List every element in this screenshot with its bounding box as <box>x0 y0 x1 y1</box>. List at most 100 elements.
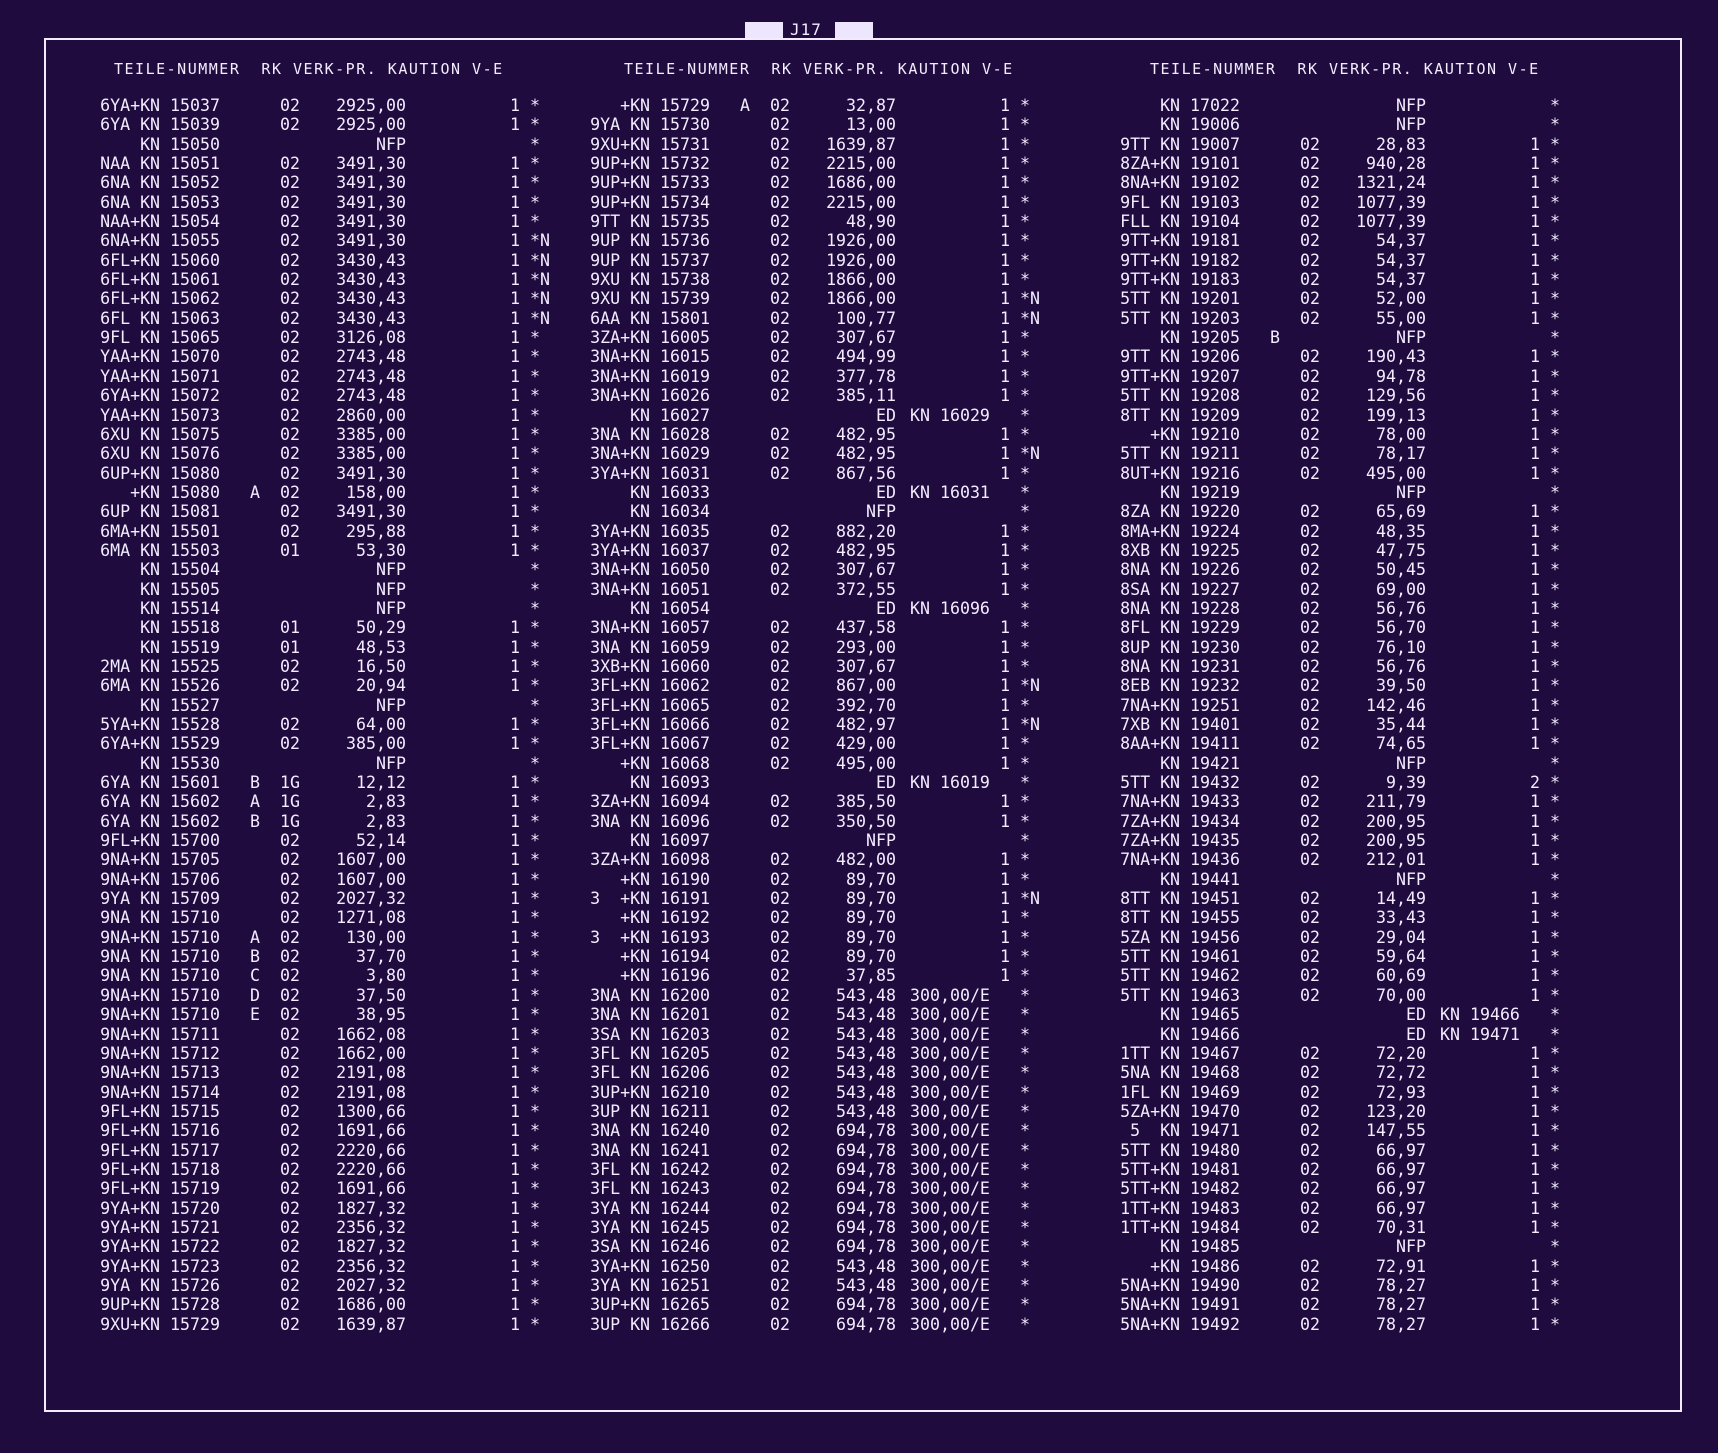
sale-price: 3385,00 <box>336 444 406 464</box>
deposit: 300,00/E <box>910 1275 990 1295</box>
marker: * <box>1020 1043 1030 1063</box>
part-number: 8SA KN 19227 <box>1120 579 1240 599</box>
sale-price: 494,99 <box>836 347 896 367</box>
table-row: 8UP KN 19230 02 76,10 1 * <box>1090 638 1610 657</box>
part-number: KN 19466 <box>1160 1024 1240 1044</box>
packing-unit: 1 <box>1530 831 1540 851</box>
packing-unit: 1 <box>1530 1121 1540 1141</box>
sale-price: 1607,00 <box>336 869 406 889</box>
table-row: FLL KN 19104 02 1077,39 1 * <box>1090 212 1610 231</box>
sale-price: 2,83 <box>366 811 406 831</box>
sale-price: 66,97 <box>1376 1140 1426 1160</box>
table-row: 3NA KN 16201 02 543,48 300,00/E * <box>560 1005 1080 1024</box>
marker: * <box>1020 831 1030 851</box>
sale-price: 47,75 <box>1376 540 1426 560</box>
marker: * <box>1550 502 1560 522</box>
sale-price: 52,14 <box>356 831 406 851</box>
table-row: 9NA KN 15710 C 02 3,80 1 * <box>70 966 590 985</box>
packing-unit: 1 <box>1000 444 1010 464</box>
marker: * <box>1550 773 1560 793</box>
part-number: 6FL+KN 15061 <box>100 270 220 290</box>
sale-price: 89,70 <box>846 927 896 947</box>
marker: * <box>1020 502 1030 522</box>
marker: * <box>530 521 540 541</box>
marker: * <box>1020 463 1030 483</box>
sale-price: 129,56 <box>1366 386 1426 406</box>
packing-unit: 1 <box>1000 792 1010 812</box>
marker: * <box>1020 598 1030 618</box>
sale-price: 867,00 <box>836 676 896 696</box>
part-number: 7ZA+KN 19435 <box>1120 831 1240 851</box>
sale-price: 293,00 <box>836 637 896 657</box>
packing-unit: 1 <box>1000 908 1010 928</box>
table-row: 9FL KN 19103 02 1077,39 1 * <box>1090 193 1610 212</box>
part-number: 3NA KN 16059 <box>590 637 710 657</box>
part-number: 9TT+KN 19183 <box>1120 270 1240 290</box>
part-number: 9NA KN 15710 <box>100 947 220 967</box>
marker: * <box>1550 1101 1560 1121</box>
parts-column-2: TEILE-NUMMER RK VERK-PR. KAUTION V-E +KN… <box>560 58 1080 1334</box>
marker: * <box>1020 1101 1030 1121</box>
sale-price: 1827,32 <box>336 1198 406 1218</box>
variant-flag: A <box>250 927 260 947</box>
sale-price: 3385,00 <box>336 424 406 444</box>
part-number: 5NA+KN 19491 <box>1120 1295 1240 1315</box>
table-row: 9XU KN 15739 02 1866,00 1 *N <box>560 289 1080 308</box>
sale-price: 48,35 <box>1376 521 1426 541</box>
part-number: 9YA KN 15709 <box>100 889 220 909</box>
marker: * <box>1020 1256 1030 1276</box>
sale-price: 495,00 <box>1366 463 1426 483</box>
packing-unit: 1 <box>1530 289 1540 309</box>
packing-unit: 1 <box>1530 985 1540 1005</box>
part-number: 9FL+KN 15718 <box>100 1159 220 1179</box>
table-row: 5TT KN 19211 02 78,17 1 * <box>1090 444 1610 463</box>
part-number: 5ZA KN 19456 <box>1120 927 1240 947</box>
table-row: 8UT+KN 19216 02 495,00 1 * <box>1090 464 1610 483</box>
sale-price: 694,78 <box>836 1121 896 1141</box>
marker: * <box>1020 1217 1030 1237</box>
part-number: 8UT+KN 19216 <box>1120 463 1240 483</box>
marker: * <box>1020 386 1030 406</box>
part-number: 9TT+KN 19181 <box>1120 231 1240 251</box>
table-row: KN 19219 NFP * <box>1090 483 1610 502</box>
part-number: 6NA+KN 15055 <box>100 231 220 251</box>
sale-price: 50,45 <box>1376 560 1426 580</box>
deposit: 300,00/E <box>910 1159 990 1179</box>
marker: * <box>1550 1043 1560 1063</box>
sale-price: 59,64 <box>1376 947 1426 967</box>
deposit: 300,00/E <box>910 1198 990 1218</box>
sale-price: 1686,00 <box>336 1295 406 1315</box>
sale-price: ED <box>876 405 896 425</box>
part-number: KN 15527 <box>140 695 220 715</box>
table-row: 3UP+KN 16265 02 694,78 300,00/E * <box>560 1295 1080 1314</box>
deposit: 300,00/E <box>910 1043 990 1063</box>
packing-unit: 1 <box>1000 192 1010 212</box>
sale-price: 1691,66 <box>336 1121 406 1141</box>
tab-mark-right <box>835 22 873 38</box>
packing-unit: 1 <box>1530 173 1540 193</box>
part-number: 1FL KN 19469 <box>1120 1082 1240 1102</box>
table-row: 7NA+KN 19436 02 212,01 1 * <box>1090 850 1610 869</box>
sale-price: 94,78 <box>1376 366 1426 386</box>
table-row: 3ZA+KN 16094 02 385,50 1 * <box>560 792 1080 811</box>
marker: * <box>530 424 540 444</box>
marker: * <box>530 1082 540 1102</box>
part-number: 8ZA+KN 19101 <box>1120 154 1240 174</box>
part-number: 9NA+KN 15710 <box>100 1005 220 1025</box>
deposit: KN 16029 <box>910 405 990 425</box>
sale-price: 64,00 <box>356 715 406 734</box>
packing-unit: 1 <box>510 540 520 560</box>
part-number: 9UP+KN 15728 <box>100 1295 220 1315</box>
sale-price: 2191,08 <box>336 1063 406 1083</box>
part-number: 5TT+KN 19482 <box>1120 1179 1240 1199</box>
packing-unit: 1 <box>1530 966 1540 986</box>
part-number: +KN 16068 <box>620 753 710 773</box>
packing-unit: 1 <box>1530 637 1540 657</box>
table-row: 5TT+KN 19482 02 66,97 1 * <box>1090 1179 1610 1198</box>
table-row: 6XU KN 15076 02 3385,00 1 * <box>70 444 590 463</box>
part-number: +KN 19210 <box>1150 424 1240 444</box>
part-number: 5TT KN 19462 <box>1120 966 1240 986</box>
part-number: KN 19485 <box>1160 1237 1240 1257</box>
part-number: 3NA KN 16201 <box>590 1005 710 1025</box>
part-number: 3NA+KN 16015 <box>590 347 710 367</box>
